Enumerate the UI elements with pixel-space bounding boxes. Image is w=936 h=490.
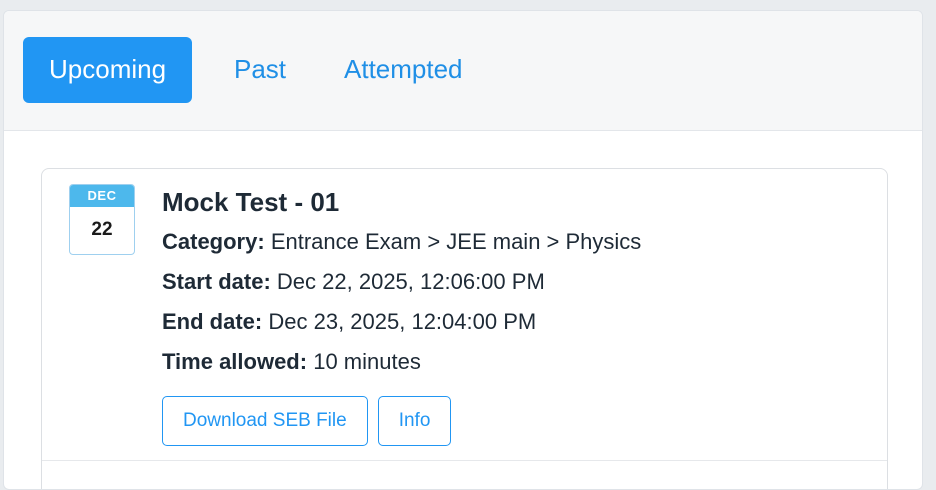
time-allowed-row: Time allowed: 10 minutes (162, 345, 641, 385)
test-title: Mock Test - 01 (162, 187, 340, 217)
date-day: 22 (91, 219, 113, 240)
test-details: Mock Test - 01 Category: Entrance Exam >… (162, 185, 641, 385)
date-month: DEC (70, 185, 134, 207)
category-value: Entrance Exam > JEE main > Physics (270, 229, 642, 254)
card-actions: Download SEB File Info (162, 396, 461, 446)
tests-panel: Upcoming Past Attempted DEC 22 Mock Test… (3, 10, 923, 490)
start-date-row: Start date: Dec 22, 2025, 12:06:00 PM (162, 265, 641, 305)
end-date-value: Dec 23, 2025, 12:04:00 PM (268, 309, 537, 334)
download-seb-button[interactable]: Download SEB File (162, 396, 368, 446)
tab-past[interactable]: Past (234, 37, 286, 103)
card-divider (42, 460, 887, 461)
start-date-value: Dec 22, 2025, 12:06:00 PM (276, 269, 545, 294)
end-date-label: End date: (162, 309, 263, 334)
time-allowed-label: Time allowed: (162, 349, 308, 374)
end-date-row: End date: Dec 23, 2025, 12:04:00 PM (162, 305, 641, 345)
time-allowed-value: 10 minutes (313, 349, 421, 374)
category-row: Category: Entrance Exam > JEE main > Phy… (162, 225, 641, 265)
start-date-label: Start date: (162, 269, 271, 294)
tab-upcoming[interactable]: Upcoming (23, 37, 193, 103)
category-label: Category: (162, 229, 265, 254)
test-card: DEC 22 Mock Test - 01 Category: Entrance… (41, 168, 888, 489)
tab-bar: Upcoming Past Attempted (4, 11, 922, 131)
info-button[interactable]: Info (377, 396, 452, 446)
tab-attempted[interactable]: Attempted (344, 37, 463, 103)
calendar-date-icon: DEC 22 (69, 184, 135, 255)
